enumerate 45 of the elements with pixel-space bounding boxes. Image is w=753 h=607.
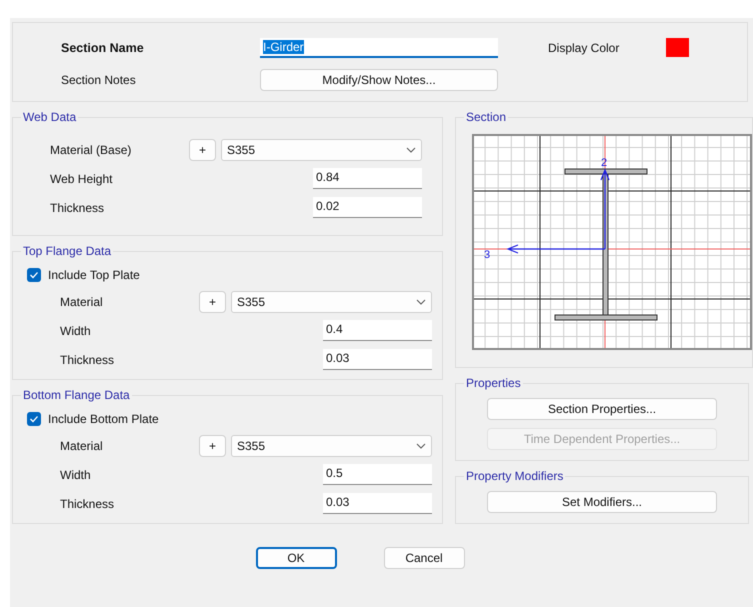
group-title: Property Modifiers: [465, 469, 564, 483]
chevron-down-icon: [416, 298, 426, 304]
field-label: Material: [60, 438, 104, 452]
add-material-button[interactable]: +: [199, 290, 226, 312]
checkbox-label: Include Top Plate: [48, 268, 140, 282]
field-label: Section Name: [61, 40, 145, 54]
material-dropdown[interactable]: S355: [221, 138, 422, 160]
input-field[interactable]: 0.03: [323, 349, 432, 370]
chevron-down-icon: [406, 146, 416, 152]
add-material-button[interactable]: +: [189, 138, 216, 160]
field-label: Thickness: [50, 200, 106, 214]
material-dropdown[interactable]: S355: [231, 290, 432, 312]
dialog-button[interactable]: Set Modifiers...: [487, 491, 717, 513]
field-label: Width: [60, 324, 92, 338]
field-label: Thickness: [60, 496, 116, 510]
field-label: Web Height: [50, 172, 114, 186]
input-field[interactable]: 0.02: [313, 197, 422, 218]
input-field[interactable]: I-Girder: [260, 38, 498, 58]
input-field[interactable]: 0.4: [323, 320, 432, 341]
field-label: Thickness: [60, 352, 116, 366]
input-field[interactable]: 0.5: [323, 464, 432, 485]
input-field[interactable]: 0.84: [313, 168, 422, 189]
dialog-button[interactable]: Section Properties...: [487, 398, 717, 420]
field-label: Material (Base): [50, 142, 132, 156]
field-label: Display Color: [547, 40, 620, 54]
add-material-button[interactable]: +: [199, 434, 226, 456]
checkbox[interactable]: [27, 412, 41, 426]
group-title: Section: [465, 110, 508, 124]
checkbox-label: Include Bottom Plate: [48, 412, 159, 426]
field-label: Section Notes: [61, 73, 137, 87]
field-label: Width: [60, 468, 92, 482]
dialog-button[interactable]: OK: [256, 547, 336, 569]
notes-button[interactable]: Modify/Show Notes...: [260, 69, 498, 91]
checkbox[interactable]: [27, 268, 41, 282]
chevron-down-icon: [416, 442, 426, 448]
section-drawing: 2 3: [472, 134, 752, 350]
group-title: Properties: [465, 376, 522, 390]
group-title: Top Flange Data: [22, 244, 112, 258]
group-title: Bottom Flange Data: [22, 388, 131, 402]
dialog-button[interactable]: Cancel: [384, 547, 464, 569]
material-dropdown[interactable]: S355: [231, 434, 432, 456]
field-label: Material: [60, 294, 104, 308]
input-field[interactable]: 0.03: [323, 493, 432, 514]
group-title: Web Data: [22, 110, 78, 124]
color-swatch[interactable]: [666, 38, 689, 57]
